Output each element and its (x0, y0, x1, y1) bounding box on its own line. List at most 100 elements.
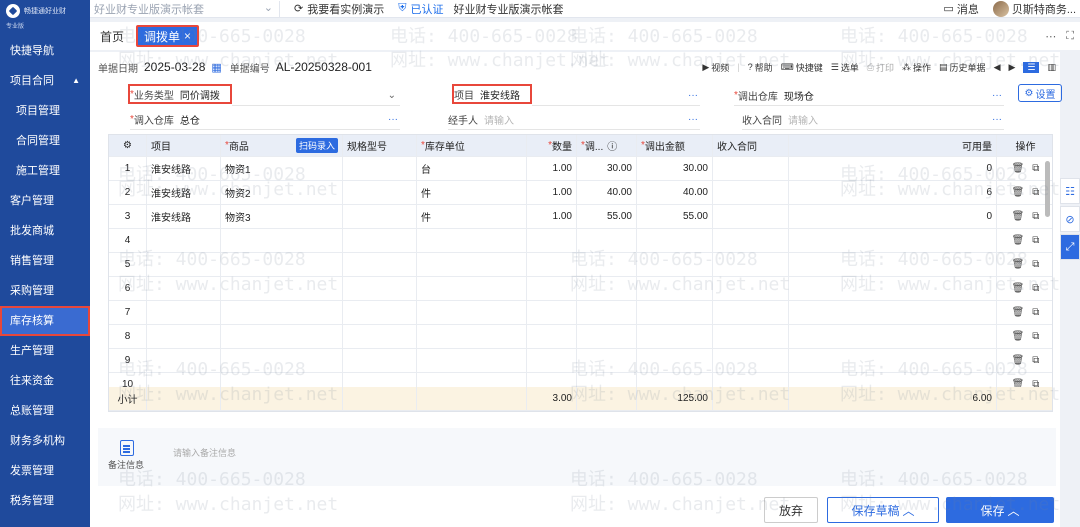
operate-button[interactable]: ⁂ 操作 (902, 61, 931, 74)
grid-scrollbar[interactable] (1045, 161, 1050, 217)
table-cell[interactable] (343, 349, 417, 372)
close-icon[interactable]: × (184, 29, 191, 43)
table-cell[interactable] (713, 157, 789, 180)
copy-icon[interactable]: ⧉ (1032, 283, 1039, 294)
sidebar-item[interactable]: 采购管理 (0, 276, 90, 306)
ellipsis-icon[interactable]: ··· (992, 90, 1002, 101)
table-cell[interactable]: 物资2 (221, 181, 343, 204)
contract-input[interactable]: 请输入 (788, 112, 818, 127)
table-cell[interactable] (789, 349, 997, 372)
delete-icon[interactable]: 🗑 (1012, 163, 1025, 174)
table-cell[interactable] (527, 301, 577, 324)
sidebar-item[interactable]: 合同管理 (0, 126, 90, 156)
table-cell[interactable] (577, 277, 637, 300)
table-cell[interactable]: 30.00 (577, 157, 637, 180)
ellipsis-icon[interactable]: ··· (388, 114, 398, 125)
table-cell[interactable] (577, 349, 637, 372)
table-cell[interactable] (343, 253, 417, 276)
calendar-icon[interactable]: ▦ (211, 61, 221, 74)
table-cell[interactable]: 淮安线路 (147, 181, 221, 204)
table-row[interactable]: 8 🗑 ⧉ (109, 325, 1052, 349)
save-button[interactable]: 保存 ︿ (946, 497, 1054, 523)
expand-icon[interactable]: ⤢ (1060, 234, 1080, 260)
sidebar-item[interactable]: 生产管理 (0, 336, 90, 366)
table-cell[interactable]: 3 (109, 205, 147, 228)
sidebar-item[interactable]: 总账管理 (0, 396, 90, 426)
table-cell[interactable]: 1.00 (527, 157, 577, 180)
ellipsis-icon[interactable]: ··· (688, 90, 698, 101)
project-lookup[interactable]: ··· (532, 86, 700, 106)
table-cell[interactable] (577, 325, 637, 348)
table-cell[interactable]: 8 (109, 325, 147, 348)
fullscreen-icon[interactable]: ⛶ (1066, 30, 1074, 43)
table-cell[interactable]: 0 (789, 205, 997, 228)
tab-home[interactable]: 首页 (96, 28, 128, 45)
table-cell[interactable] (789, 229, 997, 252)
date-value[interactable]: 2025-03-28 (144, 60, 205, 74)
table-cell[interactable] (637, 253, 713, 276)
prev-icon[interactable]: ◀ (994, 62, 1001, 73)
copy-icon[interactable]: ⧉ (1032, 211, 1039, 222)
list-view-icon[interactable]: ☰ (1023, 61, 1040, 73)
table-cell[interactable] (789, 301, 997, 324)
table-cell[interactable] (789, 253, 997, 276)
copy-icon[interactable]: ⧉ (1032, 307, 1039, 318)
settings-button[interactable]: ⚙ 设置 (1018, 84, 1062, 102)
table-cell[interactable] (417, 229, 527, 252)
table-cell[interactable] (637, 301, 713, 324)
table-cell[interactable]: 件 (417, 205, 527, 228)
delete-icon[interactable]: 🗑 (1012, 187, 1025, 198)
table-cell[interactable] (147, 301, 221, 324)
project-field[interactable]: 项目 淮安线路 (452, 84, 532, 104)
copy-icon[interactable]: ⧉ (1032, 331, 1039, 342)
copy-icon[interactable]: ⧉ (1032, 187, 1039, 198)
table-cell[interactable]: 淮安线路 (147, 205, 221, 228)
table-cell[interactable]: 5 (109, 253, 147, 276)
table-cell[interactable]: 55.00 (577, 205, 637, 228)
out-warehouse-field[interactable]: * 调出仓库 现场仓 ··· (734, 86, 1004, 106)
table-cell[interactable] (221, 277, 343, 300)
table-cell[interactable] (147, 277, 221, 300)
table-cell[interactable]: 1 (109, 157, 147, 180)
table-cell[interactable]: 55.00 (637, 205, 713, 228)
copy-icon[interactable]: ⧉ (1032, 259, 1039, 270)
handler-input[interactable]: 请输入 (484, 112, 514, 127)
table-cell[interactable] (527, 325, 577, 348)
handler-field[interactable]: 经手人 请输入 ··· (448, 110, 700, 130)
table-cell[interactable]: 1.00 (527, 181, 577, 204)
table-cell[interactable] (417, 301, 527, 324)
help-button[interactable]: ? 帮助 (748, 61, 773, 74)
table-cell[interactable] (221, 229, 343, 252)
table-cell[interactable]: 件 (417, 181, 527, 204)
table-cell[interactable] (789, 325, 997, 348)
table-cell[interactable] (417, 349, 527, 372)
sidebar-item[interactable]: 项目合同 ▲ (0, 66, 90, 96)
table-cell[interactable]: 40.00 (577, 181, 637, 204)
table-cell[interactable]: 物资1 (221, 157, 343, 180)
feedback-icon[interactable]: ☷ (1060, 178, 1080, 204)
ellipsis-icon[interactable]: ··· (992, 114, 1002, 125)
save-draft-button[interactable]: 保存草稿 ︿ (827, 497, 939, 523)
table-cell[interactable] (713, 229, 789, 252)
video-button[interactable]: ▶ 视频 (702, 61, 729, 74)
table-cell[interactable] (713, 181, 789, 204)
card-view-icon[interactable]: ▥ (1047, 62, 1056, 73)
table-cell[interactable] (343, 325, 417, 348)
table-cell[interactable] (713, 253, 789, 276)
delete-icon[interactable]: 🗑 (1012, 331, 1025, 342)
table-cell[interactable] (221, 325, 343, 348)
table-cell[interactable] (417, 253, 527, 276)
sidebar-item[interactable]: 项目管理 (0, 96, 90, 126)
table-cell[interactable] (637, 229, 713, 252)
table-cell[interactable] (713, 277, 789, 300)
table-cell[interactable]: 台 (417, 157, 527, 180)
print-button[interactable]: ⎙ 打印 (867, 61, 894, 74)
table-cell[interactable] (527, 277, 577, 300)
abandon-button[interactable]: 放弃 (764, 497, 818, 523)
delete-icon[interactable]: 🗑 (1012, 211, 1025, 222)
table-cell[interactable] (527, 253, 577, 276)
table-row[interactable]: 5 🗑 ⧉ (109, 253, 1052, 277)
table-cell[interactable] (577, 253, 637, 276)
table-cell[interactable] (713, 349, 789, 372)
table-cell[interactable] (417, 325, 527, 348)
